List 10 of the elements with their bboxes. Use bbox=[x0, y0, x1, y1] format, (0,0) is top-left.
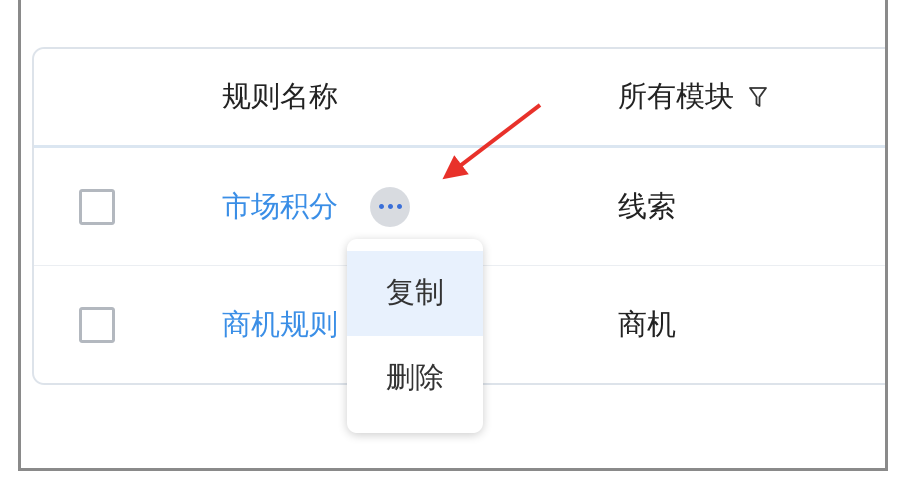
table-cell-text: 商机 bbox=[618, 306, 676, 342]
table-cell-text: 线索 bbox=[618, 188, 676, 224]
menu-item[interactable]: 复制 bbox=[347, 250, 483, 336]
menu-item[interactable]: 删除 bbox=[347, 336, 483, 420]
checkbox[interactable] bbox=[79, 188, 115, 224]
column-header: 规则名称 bbox=[222, 78, 338, 115]
more-button[interactable] bbox=[370, 186, 410, 226]
column-header: 所有模块 bbox=[618, 78, 734, 115]
filter-icon[interactable] bbox=[748, 86, 768, 108]
checkbox[interactable] bbox=[79, 306, 115, 342]
